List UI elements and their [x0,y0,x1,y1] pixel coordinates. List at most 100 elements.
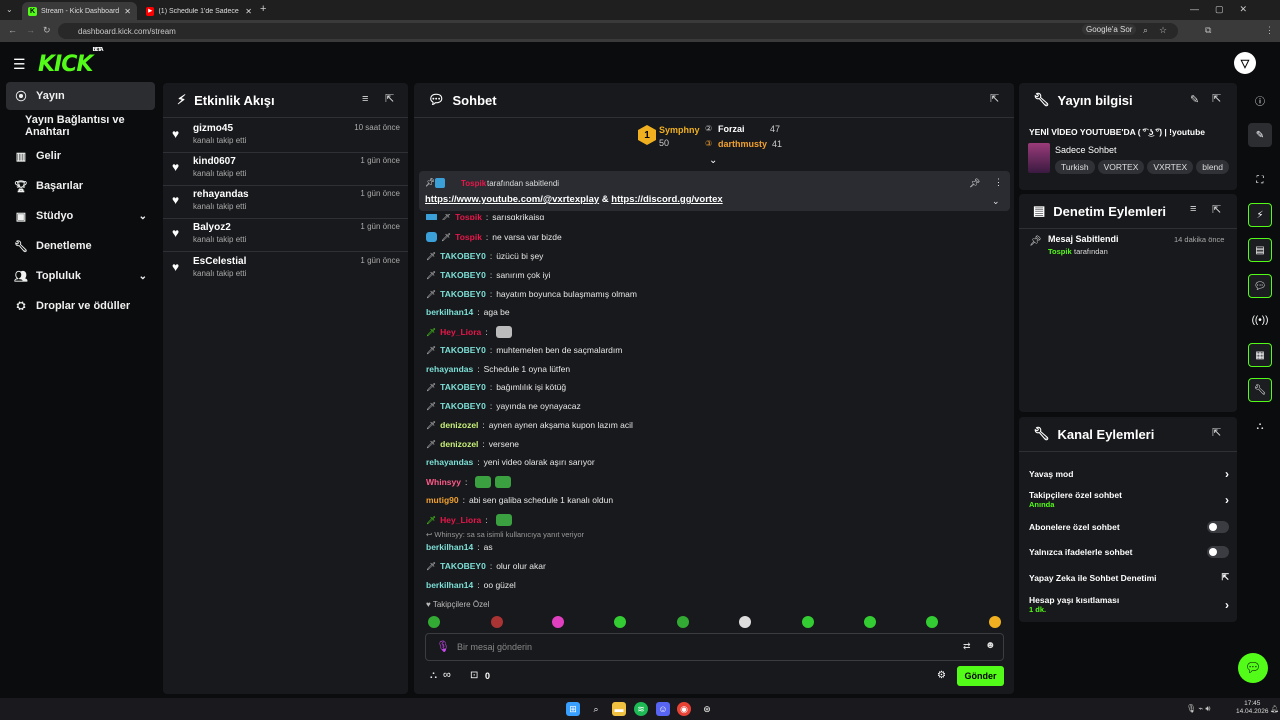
popout-icon[interactable]: ⇱ [1212,426,1221,439]
emote-quick-icon[interactable] [491,616,503,628]
emote-quick-icon[interactable] [428,616,440,628]
emote-quick-icon[interactable] [739,616,751,628]
popout-icon[interactable]: ⇱ [385,92,394,105]
emote-image[interactable] [495,514,512,526]
chat-message[interactable]: 🗡︎ TAKOBEY0: muhtemelen ben de saçmalardım [426,345,622,355]
chat-username[interactable]: TAKOBEY0 [440,401,486,411]
category-name[interactable]: Sadece Sohbet [1055,145,1117,155]
activity-item[interactable]: ♥ Balyoz2 kanalı takip etti 1 gün önce [163,220,408,252]
emoji-icon[interactable]: ☻ [985,640,996,651]
chat-bubble-icon[interactable]: 💬︎ [1248,274,1272,298]
activity-user[interactable]: Balyoz2 [193,222,231,233]
mic-icon[interactable]: 🎙︎ [436,640,450,653]
reload-icon[interactable]: ↻ [43,25,51,36]
file-explorer-icon[interactable]: ▬ [612,702,626,716]
channel-action-row[interactable]: Yalnızca ifadelerle sohbet [1029,546,1229,558]
points-icon[interactable]: ⛬ [430,670,437,681]
emote-quick-icon[interactable] [552,616,564,628]
activity-icon[interactable]: ⚡︎ [1248,203,1272,227]
emote-image[interactable] [495,476,512,488]
chat-message[interactable]: rehayandas: yeni video olarak aşırı sarıy… [426,457,595,467]
chat-username[interactable]: rehayandas [426,457,473,467]
chat-message[interactable]: rehayandas: Schedule 1 oyna lütfen [426,364,570,374]
windows-start-icon[interactable]: ⊞ [566,702,580,716]
popout-icon[interactable]: ⇱ [990,92,999,105]
chat-message[interactable]: Whinsyy: [426,476,512,488]
gear-icon[interactable]: ⚙ [937,670,946,681]
tab-kick-dashboard[interactable]: K Stream - Kick Dashboard ✕ [22,2,137,20]
search-icon[interactable]: ⌕ [589,702,603,716]
url-field[interactable]: dashboard.kick.com/stream [58,23,1178,39]
stream-tag[interactable]: Turkish [1055,160,1095,174]
chat-username[interactable]: rehayandas [426,364,473,374]
share-icon[interactable]: ⛬ [1248,414,1272,438]
chat-username[interactable]: TAKOBEY0 [440,382,486,392]
notification-icon[interactable]: 🔔︎ [1270,705,1279,713]
chat-message[interactable]: 🗡︎ TAKOBEY0: bağımlılık işi kötüğ [426,382,566,392]
chat-message[interactable]: 🗡︎ Tospik: sarışgkrikaisg [426,214,544,220]
chat-message[interactable]: mutig90: abi sen galiba schedule 1 kanalı… [426,495,613,505]
translate-icon[interactable]: ⇄ [963,641,971,652]
toggle-switch[interactable] [1207,521,1229,533]
chat-message[interactable]: berkilhan14: oo güzel [426,580,516,590]
chat-username[interactable]: TAKOBEY0 [440,251,486,261]
channel-action-row[interactable]: Abonelere özel sohbet [1029,521,1229,533]
emote-quick-icon[interactable] [614,616,626,628]
sidebar-item-achievements[interactable]: 🏆︎ Başarılar [6,172,155,200]
chat-message[interactable]: 🗡︎ TAKOBEY0: sanırım çok iyi [426,270,551,280]
channel-action-row[interactable]: Takipçilere özel sohbet Anında › [1029,490,1229,509]
layout-icon[interactable]: ▦ [1248,343,1272,367]
zoom-icon[interactable]: ⌕ [1143,25,1148,36]
popout-icon[interactable]: ⇱ [1212,92,1221,105]
channel-action-row[interactable]: Yapay Zeka ile Sohbet Denetimi ⇱ [1029,572,1229,583]
pinned-youtube-link[interactable]: https://www.youtube.com/@vxrtexplay [425,194,599,205]
google-ask-button[interactable]: Google'a Sor [1082,24,1137,35]
back-icon[interactable]: ← [8,25,17,35]
edit-icon[interactable]: ✎ [1190,93,1199,106]
sidebar-item-revenue[interactable]: ▥ Gelir [6,142,155,170]
stream-tag[interactable]: blend [1196,160,1230,174]
tab-youtube[interactable]: ▶ (1) Schedule 1'de Sadece KUMA ✕ [140,2,258,20]
pinned-by-user[interactable]: Tospik [461,179,486,188]
chat-message[interactable]: 🗡︎ Tospik: ne varsa var bizde [426,232,562,242]
broadcast-icon[interactable]: ((•)) [1248,308,1272,332]
chat-username[interactable]: Tospik [455,232,482,242]
activity-user[interactable]: EsCelestial [193,256,246,267]
chat-message[interactable]: 🗡︎ denizozel: versene [426,439,519,449]
chat-username[interactable]: TAKOBEY0 [440,270,486,280]
emote-quick-icon[interactable] [802,616,814,628]
forward-icon[interactable]: → [26,25,35,35]
close-icon[interactable]: ✕ [124,7,131,16]
activity-user[interactable]: gizmo45 [193,123,233,134]
activity-item[interactable]: ♥ gizmo45 kanalı takip etti 10 saat önce [163,121,408,153]
discord-icon[interactable]: ☺ [656,702,670,716]
chat-message[interactable]: 🗡︎ TAKOBEY0: üzücü bi şey [426,251,543,261]
more-icon[interactable]: ⋮ [994,177,1003,188]
sidebar-item-stream-key[interactable]: Yayın Bağlantısı ve Anahtarı [6,112,166,140]
chat-username[interactable]: TAKOBEY0 [440,345,486,355]
menu-icon[interactable]: ⋮ [1265,25,1274,36]
chat-message[interactable]: 🗡︎ denizozel: aynen aynen akşama kupon laz… [426,420,633,430]
spotify-icon[interactable]: ≋ [634,702,648,716]
sidebar-item-moderation[interactable]: 🔧︎ Denetleme [6,232,155,260]
channel-action-row[interactable]: Hesap yaşı kısıtlaması 1 dk. › [1029,595,1229,614]
leader-2-name[interactable]: Forzai [718,124,745,134]
tray-icons[interactable]: 🎙︎ ⌁ 🔊︎ [1186,704,1210,714]
sidebar-item-stream[interactable]: ⦿ Yayın [6,82,155,110]
emote-quick-icon[interactable] [926,616,938,628]
app-icon[interactable]: ⊛ [700,702,714,716]
leader-3-name[interactable]: darthmusty [718,139,767,149]
chat-username[interactable]: Whinsyy [426,477,461,487]
chat-message[interactable]: 🗡︎ TAKOBEY0: hayatım boyunca bulaşmamış ol… [426,289,637,299]
chat-username[interactable]: denizozel [440,439,478,449]
wrench-icon[interactable]: 🔧︎ [1248,378,1272,402]
send-button[interactable]: Gönder [957,666,1004,686]
filter-icon[interactable]: ≡ [362,93,368,105]
stream-tag[interactable]: VXRTEX [1147,160,1194,174]
chat-username[interactable]: berkilhan14 [426,307,473,317]
mod-action-user[interactable]: Tospik [1048,247,1072,256]
gift-icon[interactable]: ⊡ [470,670,478,681]
toggle-switch[interactable] [1207,546,1229,558]
emote-quick-icon[interactable] [677,616,689,628]
avatar[interactable]: ▽ [1234,52,1256,74]
